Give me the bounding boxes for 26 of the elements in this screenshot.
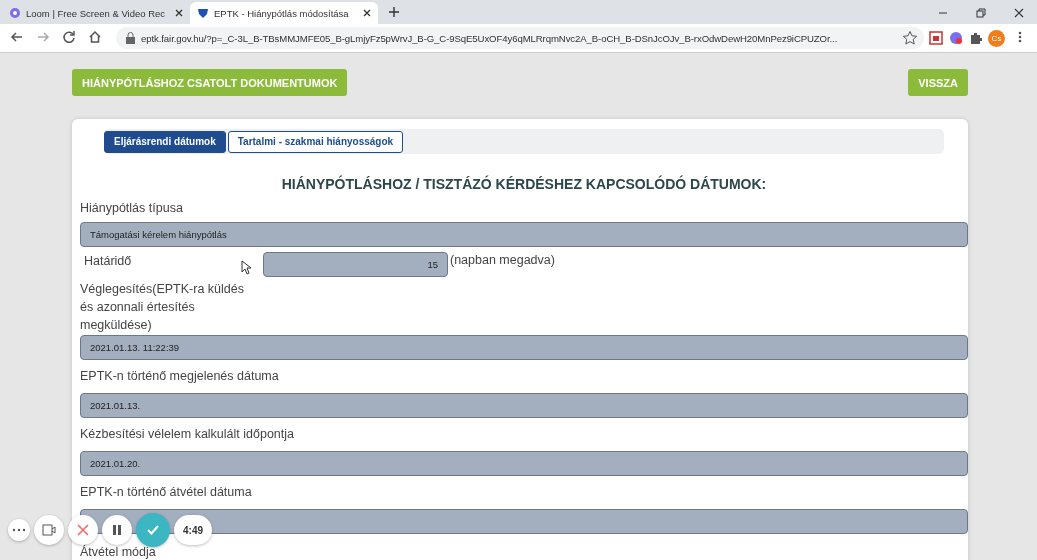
field-label: EPTK-n történő megjelenés dátuma: [80, 368, 279, 385]
field-label: Átvétel módja: [80, 546, 156, 558]
section-heading: HIÁNYPÓTLÁSHOZ / TISZTÁZÓ KÉRDÉSHEZ KAPCSOLÓDÓ DÁTUMOK:: [280, 174, 768, 194]
read-only-field[interactable]: 2021.01.13. 11:22:39: [80, 335, 968, 360]
unit-label: (napban megadva): [450, 252, 555, 268]
browser-tab[interactable]: EPTK - Hiánypótlás módosítása: [190, 2, 378, 24]
field-value: 2021.01.20.: [90, 458, 141, 469]
field-label: Hiánypótlás típusa: [80, 200, 183, 217]
field-label: EPTK-n történő átvétel dátuma: [80, 484, 252, 501]
address-field[interactable]: eptk.fair.gov.hu/?p=_C-3L_B-TBsMMJMFE05_B-gLmjyFz5pWrvJ_B-G_C-9SqE5UxOF4y6qMLRrqmNvc2A_B-oCH_B-DSnJcOJv_B-rxOdwDewH20MnPez9iCPUZOr...: [116, 27, 924, 49]
read-only-field[interactable]: 2021.01.20.: [80, 451, 968, 476]
field-value: 15: [427, 259, 438, 270]
tab[interactable]: Tartalmi - szakmai hiányosságok: [227, 130, 404, 153]
tab-title: Loom | Free Screen & Video Rec: [26, 7, 167, 19]
read-only-field[interactable]: 15: [263, 252, 448, 277]
browser-tab[interactable]: Loom | Free Screen & Video Rec: [2, 2, 190, 24]
read-only-field[interactable]: Támogatási kérelem hiánypótlás: [80, 222, 968, 247]
field-value: Támogatási kérelem hiánypótlás: [90, 229, 227, 240]
tab[interactable]: Eljárásrendi dátumok: [104, 130, 226, 153]
field-value: 2021.01.13. 11:22:39: [90, 342, 180, 353]
field-label: Véglegesítés(EPTK-ra küldés és azonnali értesítés megküldése): [80, 281, 245, 334]
field-label: Kézbesítési vélelem kalkulált időpontja: [80, 426, 294, 443]
read-only-field[interactable]: 2021.01.13.: [80, 393, 968, 418]
field-value: 2021.01.13.: [90, 400, 141, 411]
tab-title: EPTK - Hiánypótlás módosítása: [214, 7, 350, 19]
field-label: Határidő: [83, 253, 133, 270]
